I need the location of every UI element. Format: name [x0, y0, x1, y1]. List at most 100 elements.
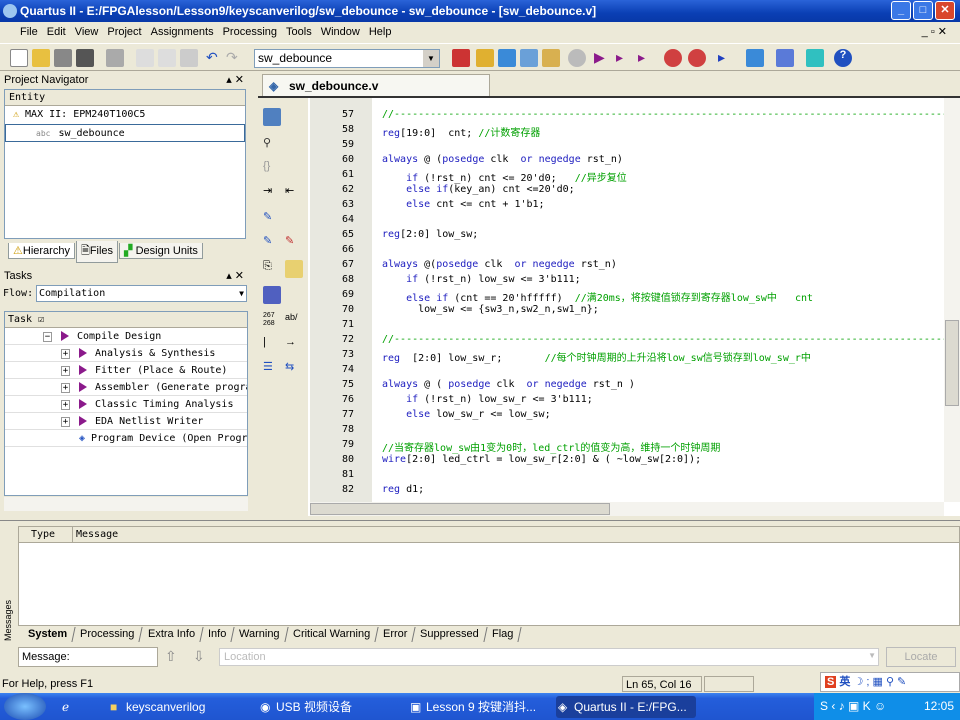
- new-file-icon[interactable]: [10, 49, 28, 67]
- menu-file[interactable]: File: [20, 26, 38, 38]
- start-button[interactable]: [4, 693, 46, 720]
- task-item[interactable]: + Fitter (Place & Route): [5, 362, 247, 379]
- locate-button[interactable]: Locate: [886, 647, 956, 667]
- message-tab-warning[interactable]: Warning: [231, 627, 289, 642]
- chip-editor-icon[interactable]: [806, 49, 824, 67]
- programmer-icon[interactable]: [746, 49, 764, 67]
- tab-design-units[interactable]: ▞ Design Units: [119, 243, 203, 259]
- message-field[interactable]: Message:: [18, 647, 158, 667]
- redo-icon[interactable]: ↷: [226, 49, 244, 67]
- type-column-header[interactable]: Type: [19, 527, 73, 543]
- analysis-icon[interactable]: ▸: [616, 49, 634, 67]
- next-message-icon[interactable]: ⇩: [193, 648, 211, 666]
- run-task-icon[interactable]: [79, 416, 87, 426]
- taskbar-item-lesson9[interactable]: ▣ Lesson 9 按键消抖...: [408, 696, 548, 718]
- expander-icon[interactable]: +: [61, 349, 70, 359]
- close-button[interactable]: ✕: [935, 1, 955, 20]
- chevron-down-icon[interactable]: ▼: [239, 286, 244, 301]
- tab-hierarchy[interactable]: ⚠Hierarchy: [8, 243, 75, 259]
- message-tab-critical-warning[interactable]: Critical Warning: [284, 627, 379, 642]
- message-tab-flag[interactable]: Flag: [484, 627, 522, 642]
- taskbar-item-quartus[interactable]: ◈ Quartus II - E:/FPG...: [556, 696, 696, 718]
- code-line[interactable]: //当寄存器low_sw由1变为0时，led_ctrl的值变为高，维持一个时钟周…: [382, 439, 720, 454]
- code-line[interactable]: else if (cnt == 20'hfffff) //满20ms，将按键值锁…: [382, 289, 813, 304]
- undo-icon[interactable]: ↶: [206, 49, 224, 67]
- task-column-header[interactable]: Task ☑: [5, 312, 247, 328]
- task-item[interactable]: ◈ Program Device (Open Programmer): [5, 430, 247, 447]
- rtl-viewer-icon[interactable]: [776, 49, 794, 67]
- code-line[interactable]: always @(posedge clk or negedge rst_n): [382, 259, 617, 270]
- run-task-icon[interactable]: [79, 399, 87, 409]
- expander-icon[interactable]: +: [61, 417, 70, 427]
- fitter-icon[interactable]: ▸: [638, 49, 656, 67]
- chevron-down-icon[interactable]: ▼: [868, 651, 876, 660]
- stop-processing-icon[interactable]: [568, 49, 586, 67]
- minimize-button[interactable]: _: [891, 1, 911, 20]
- tab-sw-debounce-v[interactable]: ◈ sw_debounce.v: [262, 74, 490, 96]
- menu-view[interactable]: View: [75, 26, 99, 38]
- menu-project[interactable]: Project: [107, 26, 141, 38]
- expander-icon[interactable]: +: [61, 383, 70, 393]
- message-list[interactable]: Type Message: [18, 526, 960, 626]
- location-select[interactable]: Location ▼: [219, 648, 879, 666]
- horizontal-scrollbar[interactable]: [310, 502, 944, 516]
- entity-row[interactable]: abc sw_debounce: [5, 124, 245, 142]
- code-area[interactable]: //--------------------------------------…: [258, 98, 944, 502]
- entity-column-header[interactable]: Entity: [5, 90, 245, 106]
- timing-analyzer-icon[interactable]: [688, 49, 706, 67]
- chip-planner-icon[interactable]: [542, 49, 560, 67]
- tab-files[interactable]: 🗎Files: [75, 241, 119, 263]
- run-task-icon[interactable]: [79, 365, 87, 375]
- project-selector[interactable]: sw_debounce ▼: [254, 49, 440, 68]
- code-editor[interactable]: ⚲ {} ⇥ ⇤ ✎ ✎ ✎ ⎘ 267 268 ab/ | → ☰ ⇆ 57 58…: [258, 96, 960, 516]
- panel-close-icon[interactable]: ▴ ✕: [226, 269, 244, 282]
- message-column-header[interactable]: Message: [73, 529, 118, 540]
- menu-window[interactable]: Window: [321, 26, 360, 38]
- menu-tools[interactable]: Tools: [286, 26, 312, 38]
- print-icon[interactable]: [106, 49, 124, 67]
- previous-message-icon[interactable]: ⇧: [165, 648, 183, 666]
- code-line[interactable]: else low_sw_r <= low_sw;: [382, 409, 551, 420]
- code-line[interactable]: reg[2:0] low_sw;: [382, 229, 478, 240]
- code-line[interactable]: //--------------------------------------…: [382, 109, 944, 120]
- scroll-thumb[interactable]: [310, 503, 610, 515]
- simulator-icon[interactable]: ▸: [718, 49, 736, 67]
- menu-processing[interactable]: Processing: [223, 26, 277, 38]
- task-item[interactable]: + EDA Netlist Writer: [5, 413, 247, 430]
- run-task-icon[interactable]: [61, 331, 69, 341]
- scroll-thumb[interactable]: [945, 320, 959, 406]
- task-item[interactable]: − Compile Design: [5, 328, 247, 345]
- task-item[interactable]: + Classic Timing Analysis: [5, 396, 247, 413]
- stop-icon[interactable]: [452, 49, 470, 67]
- code-line[interactable]: else if(key_an) cnt <=20'd0;: [382, 184, 575, 195]
- menu-edit[interactable]: Edit: [47, 26, 66, 38]
- code-line[interactable]: low_sw <= {sw3_n,sw2_n,sw1_n};: [382, 304, 599, 315]
- open-icon[interactable]: [32, 49, 50, 67]
- ime-tools-icon[interactable]: ☽ ; ▦ ⚲ ✎: [853, 676, 906, 688]
- copy-icon[interactable]: [158, 49, 176, 67]
- code-line[interactable]: if (!rst_n) low_sw <= 3'b111;: [382, 274, 581, 285]
- task-item[interactable]: + Assembler (Generate programming files): [5, 379, 247, 396]
- expander-icon[interactable]: −: [43, 332, 52, 342]
- code-line[interactable]: //--------------------------------------…: [382, 334, 944, 345]
- taskbar-item-usb-camera[interactable]: ◉ USB 视频设备: [258, 696, 398, 718]
- expander-icon[interactable]: +: [61, 400, 70, 410]
- code-line[interactable]: reg[19:0] cnt; //计数寄存器: [382, 124, 540, 139]
- tray-icons[interactable]: S ‹ ♪ ▣ K ☺: [820, 699, 886, 713]
- settings-icon[interactable]: [498, 49, 516, 67]
- code-line[interactable]: always @ (posedge clk or negedge rst_n): [382, 154, 623, 165]
- maximize-button[interactable]: □: [913, 1, 933, 20]
- mdi-controls[interactable]: _ ▫ ✕: [922, 22, 947, 42]
- assignment-editor-icon[interactable]: [520, 49, 538, 67]
- tasks-horizontal-scrollbar[interactable]: [4, 497, 248, 511]
- taskbar-item-keyscanverilog[interactable]: ■ keyscanverilog: [108, 696, 248, 718]
- panel-close-icon[interactable]: ▴ ✕: [226, 73, 244, 86]
- menu-assignments[interactable]: Assignments: [151, 26, 214, 38]
- code-line[interactable]: if (!rst_n) low_sw_r <= 3'b111;: [382, 394, 593, 405]
- task-item[interactable]: + Analysis & Synthesis: [5, 345, 247, 362]
- message-tab-suppressed[interactable]: Suppressed: [412, 627, 488, 642]
- message-tab-extra-info[interactable]: Extra Info: [139, 627, 204, 642]
- save-icon[interactable]: [54, 49, 72, 67]
- start-compilation-icon[interactable]: ▶: [594, 49, 612, 67]
- ime-mode[interactable]: 英: [839, 676, 850, 688]
